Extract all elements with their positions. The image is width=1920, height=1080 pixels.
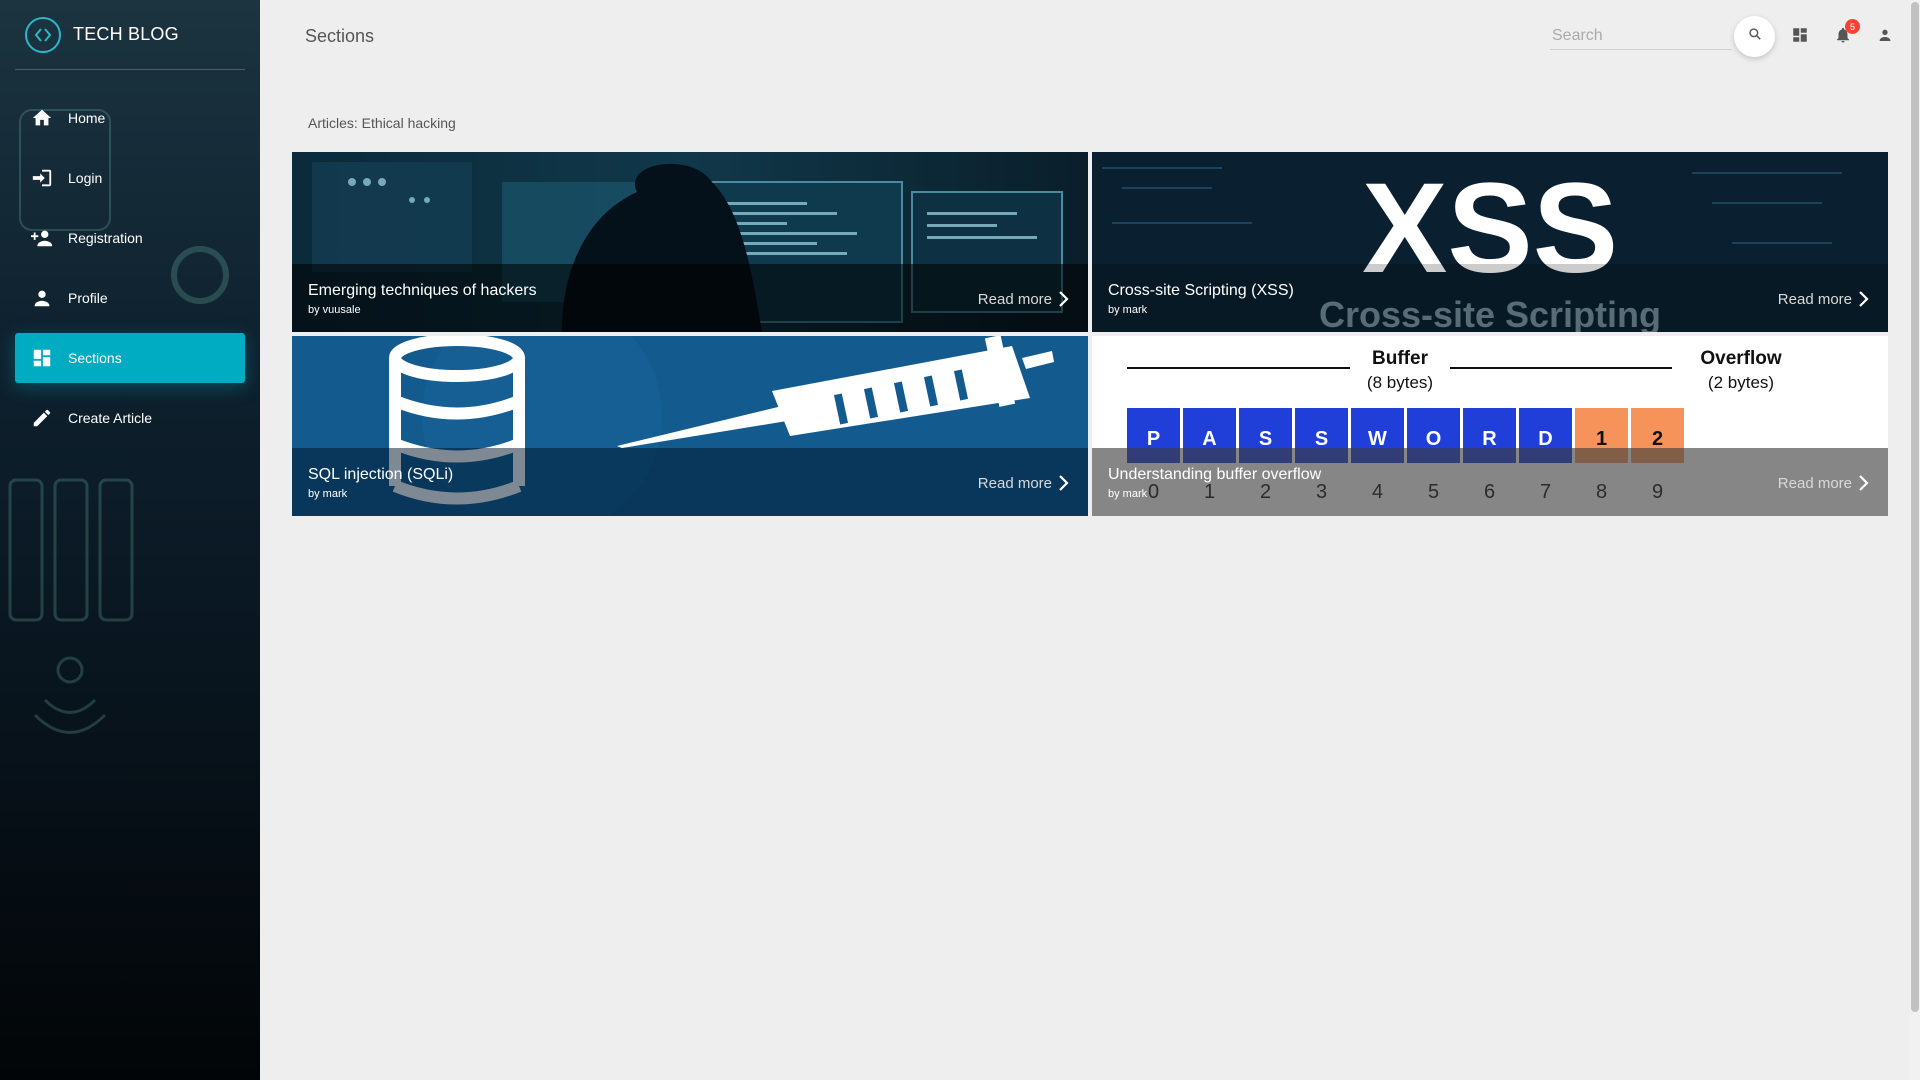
article-author: by mark	[1108, 304, 1148, 316]
search-icon	[1748, 27, 1762, 46]
article-card[interactable]: XSS Cross-site Scripting Cross-site Scri…	[1092, 152, 1888, 332]
article-title: Emerging techniques of hackers	[308, 282, 537, 299]
article-author: by mark	[1108, 488, 1148, 500]
dashboard-icon	[30, 346, 54, 370]
buffer-size: (8 bytes)	[1367, 373, 1433, 392]
buffer-cell-char: W	[1368, 428, 1387, 450]
sidebar-item-create-article[interactable]: Create Article	[15, 393, 245, 443]
page-title: Sections	[305, 26, 375, 46]
chevron-right-icon	[1059, 475, 1069, 491]
scrollbar-thumb[interactable]	[1911, 2, 1919, 1012]
login-icon	[30, 166, 54, 190]
buffer-cell-char: 2	[1652, 428, 1663, 450]
account-button[interactable]	[1874, 26, 1896, 48]
sidebar-item-registration[interactable]: Registration	[15, 213, 245, 263]
brand-title: TECH BLOG	[73, 24, 179, 44]
sidebar-nav: Home Login Registration Profile Sections	[0, 93, 260, 443]
code-circle-icon	[25, 16, 61, 53]
read-more-link[interactable]: Read more	[978, 474, 1070, 492]
notifications-button[interactable]: 5	[1832, 19, 1860, 48]
read-more-label: Read more	[1777, 474, 1852, 492]
sidebar-item-login[interactable]: Login	[15, 153, 245, 203]
article-author: by mark	[308, 488, 348, 500]
person-icon	[30, 286, 54, 310]
article-card[interactable]: Emerging techniques of hackers by vuusal…	[292, 152, 1088, 332]
dashboard-icon	[1791, 26, 1809, 49]
buffer-cell-char: A	[1202, 428, 1216, 450]
read-more-link[interactable]: Read more	[1778, 290, 1870, 308]
search-button[interactable]	[1734, 16, 1775, 57]
buffer-cell-char: P	[1147, 428, 1160, 450]
article-author: by vuusale	[308, 304, 361, 316]
sidebar-item-label: Home	[68, 110, 106, 126]
pencil-icon	[30, 406, 54, 430]
sidebar-item-label: Registration	[68, 230, 143, 246]
top-navbar: Sections 5	[260, 0, 1910, 75]
sidebar-item-label: Create Article	[68, 410, 153, 426]
buffer-cell-char: S	[1315, 428, 1328, 450]
notifications-badge: 5	[1845, 19, 1860, 34]
read-more-label: Read more	[977, 474, 1052, 492]
buffer-cell-char: 1	[1596, 428, 1607, 450]
sidebar: TECH BLOG Home Login Registration Profil…	[0, 0, 260, 1080]
buffer-cell-char: S	[1259, 428, 1272, 450]
overflow-label: Overflow	[1700, 348, 1782, 369]
chevron-right-icon	[1059, 291, 1069, 307]
chevron-right-icon	[1859, 475, 1869, 491]
buffer-cell-char: R	[1482, 428, 1497, 450]
person-add-icon	[30, 226, 54, 250]
home-icon	[30, 106, 54, 130]
read-more-label: Read more	[1777, 290, 1852, 308]
sidebar-item-home[interactable]: Home	[15, 93, 245, 143]
sidebar-item-label: Sections	[68, 350, 122, 366]
article-card[interactable]: Buffer (8 bytes) Overflow (2 bytes) P0A1…	[1092, 336, 1888, 516]
dashboard-button[interactable]	[1789, 26, 1811, 48]
article-card[interactable]: SQL injection (SQLi) by mark Read more	[292, 336, 1088, 516]
search-input[interactable]	[1550, 22, 1732, 50]
buffer-cell-char: O	[1426, 428, 1442, 450]
read-more-label: Read more	[977, 290, 1052, 308]
sidebar-item-profile[interactable]: Profile	[15, 273, 245, 323]
sidebar-item-sections[interactable]: Sections	[15, 333, 245, 383]
brand[interactable]: TECH BLOG	[15, 0, 245, 70]
article-title: Cross-site Scripting (XSS)	[1108, 282, 1294, 299]
article-title: Understanding buffer overflow	[1108, 466, 1322, 483]
page-scrollbar[interactable]	[1910, 0, 1920, 1080]
buffer-label: Buffer	[1372, 348, 1429, 369]
person-icon	[1877, 27, 1893, 48]
read-more-link[interactable]: Read more	[978, 290, 1070, 308]
chevron-right-icon	[1859, 291, 1869, 307]
sidebar-item-label: Login	[68, 170, 103, 186]
article-title: SQL injection (SQLi)	[308, 466, 454, 483]
sidebar-item-label: Profile	[68, 290, 108, 306]
overflow-size: (2 bytes)	[1708, 373, 1774, 392]
section-heading: Articles: Ethical hacking	[308, 115, 456, 131]
read-more-link[interactable]: Read more	[1778, 474, 1870, 492]
buffer-cell-char: D	[1538, 428, 1552, 450]
